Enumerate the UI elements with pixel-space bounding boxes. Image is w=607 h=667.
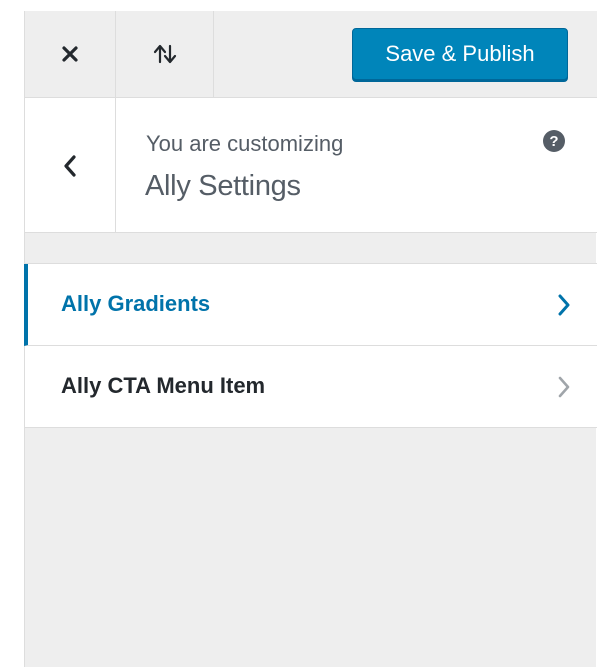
section-label: Ally CTA Menu Item <box>61 373 266 398</box>
reorder-button[interactable] <box>116 11 214 97</box>
section-label: Ally Gradients <box>61 291 211 316</box>
chevron-right-icon <box>558 376 570 398</box>
chevron-right-icon <box>558 294 570 316</box>
customizing-label: You are customizing <box>146 131 344 156</box>
chevron-left-icon <box>64 154 76 177</box>
save-publish-button[interactable]: Save & Publish <box>352 28 568 80</box>
customizer-panel: Save & Publish You are customizing Ally … <box>24 11 597 667</box>
sort-arrows-icon <box>153 44 176 64</box>
panel-title: Ally Settings <box>145 170 301 202</box>
customizer-header: Save & Publish <box>25 11 597 98</box>
section-ally-cta-menu-item[interactable]: Ally CTA Menu Item <box>25 346 597 428</box>
close-button[interactable] <box>25 11 116 97</box>
section-list: Ally Gradients Ally CTA Menu Item <box>24 263 597 428</box>
back-button[interactable] <box>25 98 116 233</box>
help-icon[interactable]: ? <box>543 130 565 152</box>
close-icon <box>62 46 78 62</box>
section-ally-gradients[interactable]: Ally Gradients <box>24 264 597 346</box>
customize-info: You are customizing Ally Settings ? <box>25 98 597 233</box>
